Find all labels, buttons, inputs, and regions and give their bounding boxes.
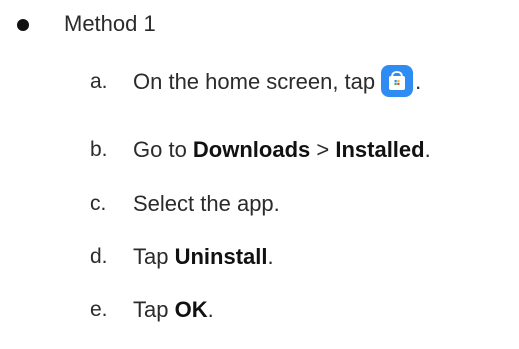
installed-label: Installed [335,137,425,162]
step-text-part: . [207,297,214,322]
step-marker: e. [90,298,108,321]
step-text-part: . [424,137,431,162]
step-text-part: Go to [133,137,193,162]
uninstall-label: Uninstall [174,244,268,269]
step-text: Tap Uninstall. [133,237,274,277]
step-marker: b. [90,138,108,161]
step-text-part: > [310,137,336,162]
step-text-part: . [415,69,422,94]
step-text: Tap OK. [133,290,214,330]
instruction-document: Method 1 a. On the home screen, tap . b.… [0,0,519,349]
step-e: e. Tap OK. [0,290,519,330]
step-text-part: Select the app. [133,191,280,216]
step-marker: d. [90,245,108,268]
step-text-part: Tap [133,297,175,322]
step-d: d. Tap Uninstall. [0,237,519,277]
ok-label: OK [174,297,208,322]
step-text: On the home screen, tap . [133,62,421,102]
step-text-part: On the home screen, tap [133,69,376,94]
step-marker: a. [90,70,108,93]
method-title: Method 1 [64,11,156,36]
step-text-part: . [267,244,274,269]
step-marker: c. [90,192,107,215]
app-store-bag-icon [381,65,414,98]
step-text-part: Tap [133,244,175,269]
step-text: Select the app. [133,184,280,224]
step-b: b. Go to Downloads > Installed. [0,130,519,170]
bullet-dot-icon [17,19,29,31]
step-c: c. Select the app. [0,184,519,224]
step-a: a. On the home screen, tap . [0,62,519,102]
downloads-label: Downloads [192,137,311,162]
step-text: Go to Downloads > Installed. [133,130,431,170]
